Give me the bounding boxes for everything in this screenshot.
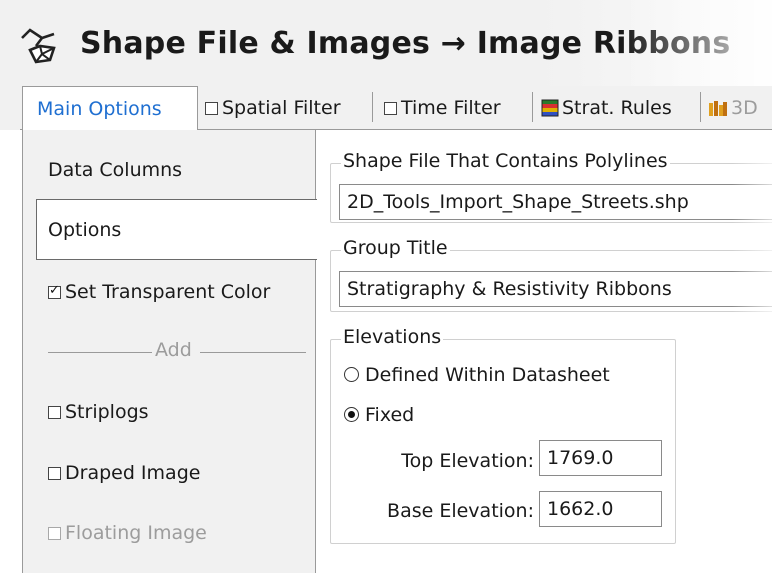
fixed-label: Fixed xyxy=(365,404,415,426)
tab-time-filter-label: Time Filter xyxy=(401,97,501,119)
spatial-filter-checkbox[interactable] xyxy=(205,102,218,115)
tab-main-options-label: Main Options xyxy=(37,98,162,120)
add-separator-line-left xyxy=(48,352,152,353)
defined-within-datasheet-label: Defined Within Datasheet xyxy=(365,364,610,386)
base-elevation-input[interactable]: 1662.0 xyxy=(539,491,662,527)
group-title-input[interactable]: Stratigraphy & Resistivity Ribbons xyxy=(339,271,772,307)
draped-image-label: Draped Image xyxy=(65,462,201,484)
base-elevation-label: Base Elevation: xyxy=(387,500,534,522)
top-elevation-input[interactable]: 1769.0 xyxy=(539,440,662,476)
tab-main-options[interactable]: Main Options xyxy=(22,86,198,130)
tab-spatial-filter[interactable]: Spatial Filter xyxy=(205,86,341,130)
nav-data-columns-label: Data Columns xyxy=(48,159,183,181)
nav-options-label: Options xyxy=(48,219,122,241)
3d-icon xyxy=(709,101,727,116)
checkbox-checked-icon[interactable] xyxy=(48,281,61,301)
tab-strat-rules[interactable]: Strat. Rules xyxy=(541,86,672,130)
floating-image-checkbox: Floating Image xyxy=(48,522,207,544)
checkbox-icon[interactable] xyxy=(48,467,61,480)
add-separator-line-right xyxy=(200,352,306,353)
set-transparent-color-label: Set Transparent Color xyxy=(65,281,271,303)
set-transparent-color-checkbox[interactable]: Set Transparent Color xyxy=(48,281,270,303)
striplogs-label: Striplogs xyxy=(65,401,149,423)
defined-within-datasheet-radio[interactable]: Defined Within Datasheet xyxy=(344,364,610,386)
group-title-group-title: Group Title xyxy=(341,237,450,259)
nav-data-columns[interactable]: Data Columns xyxy=(48,159,182,181)
strat-rules-icon xyxy=(541,99,559,117)
tab-strat-rules-label: Strat. Rules xyxy=(562,97,672,119)
add-separator-label: Add xyxy=(152,339,195,361)
checkbox-disabled-icon xyxy=(48,527,61,540)
radio-empty-icon[interactable] xyxy=(344,367,359,382)
shape-file-group-title: Shape File That Contains Polylines xyxy=(341,150,670,172)
header-fade xyxy=(622,0,772,86)
tab-spatial-filter-label: Spatial Filter xyxy=(222,97,341,119)
nav-options[interactable]: Options xyxy=(48,219,121,241)
time-filter-checkbox[interactable] xyxy=(384,102,397,115)
tab-3d-label: 3D xyxy=(731,97,758,119)
left-nav-border xyxy=(315,130,316,573)
striplogs-checkbox[interactable]: Striplogs xyxy=(48,401,149,423)
shapefile-polyline-icon xyxy=(21,28,56,64)
tab-3d[interactable]: 3D xyxy=(708,86,758,130)
tab-separator xyxy=(700,92,701,122)
shape-file-input[interactable]: 2D_Tools_Import_Shape_Streets.shp xyxy=(339,184,772,220)
top-elevation-label: Top Elevation: xyxy=(401,450,534,472)
draped-image-checkbox[interactable]: Draped Image xyxy=(48,462,200,484)
tab-separator xyxy=(372,92,373,122)
fixed-radio[interactable]: Fixed xyxy=(344,404,414,426)
elevations-group-title: Elevations xyxy=(341,326,444,348)
app-header: Shape File & Images → Image Ribbons xyxy=(0,0,772,86)
radio-selected-icon[interactable] xyxy=(344,407,359,422)
tab-separator xyxy=(532,92,533,122)
floating-image-label: Floating Image xyxy=(65,522,207,544)
checkbox-icon[interactable] xyxy=(48,406,61,419)
tab-time-filter[interactable]: Time Filter xyxy=(384,86,501,130)
